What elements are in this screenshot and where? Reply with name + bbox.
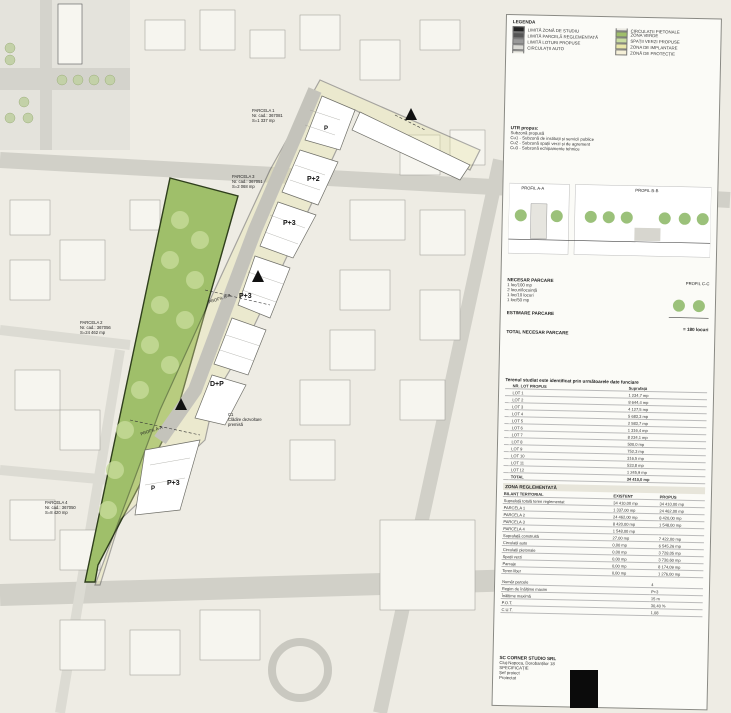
label-pp2: P+2 xyxy=(307,176,320,183)
legend-item: ZONĂ DE PROTECȚIE xyxy=(615,49,714,57)
lots-total-label: TOTAL xyxy=(509,472,626,483)
redacted-stamp xyxy=(570,670,598,708)
parking-estimate-title: ESTIMARE PARCARE xyxy=(506,310,555,317)
label-dp: D+P xyxy=(210,381,224,388)
profiles-section: PROFIL A-A PROFIL B-B xyxy=(507,163,712,277)
cartouche: SC CORNER STUDIO SRL Cluj-Napoca, Doroba… xyxy=(499,655,701,684)
profiles-drawing xyxy=(507,182,712,258)
profile-b-title: PROFIL B-B xyxy=(635,187,659,194)
profile-a-title: PROFIL A-A xyxy=(521,185,545,191)
street-road xyxy=(40,0,52,150)
legend-label: LIMITĂ ZONĂ DE STUDIU xyxy=(527,26,580,34)
label-parcela-4: PARCELA 4 Nr. cad.: 367050 S=8 420 mp xyxy=(45,500,76,515)
table-cell: 1,08 xyxy=(649,608,703,617)
utr-section: UTR propus: Subzonă propusă Cu1 - Subzon… xyxy=(510,125,712,154)
label-parcela-3: PARCELA 3 Nr. cad.: 367051 S=2 068 mp xyxy=(232,174,263,189)
legend-panel: LEGENDA LIMITĂ ZONĂ DE STUDIU LIMITĂ PARC… xyxy=(491,14,722,711)
parking-total-label: TOTAL NECESAR PARCARE xyxy=(506,329,569,336)
indices-table: Număr parcele 4 Regim de înălțime maxim P+3… xyxy=(500,578,704,617)
profile-c-drawing xyxy=(668,299,709,319)
legend-label: ZONA DE IMPLANTARE xyxy=(630,44,678,51)
lots-section: Terenul studiat este identificat prin ur… xyxy=(503,377,708,484)
label-cladire: C1 Clădire dezvoltare premisă xyxy=(228,412,262,427)
parking-total-value: = 180 locuri xyxy=(682,326,709,333)
legend-label: CIRCULAȚII AUTO xyxy=(527,44,565,51)
lots-total-value: 34 410,0 mp xyxy=(625,475,706,484)
legend-swatch xyxy=(615,49,628,56)
parking-section: NECESAR PARCARE 1 loc/100 mp 2 locuri/lo… xyxy=(506,277,709,338)
label-pp3-c: P+3 xyxy=(167,480,180,487)
label-parcela-1: PARCELA 1 Nr. cad.: 367081 S=1 337 mp xyxy=(252,108,283,123)
legend-section: LEGENDA LIMITĂ ZONĂ DE STUDIU LIMITĂ PARC… xyxy=(512,19,715,57)
label-parcela-2: PARCELA 2 Nr. cad.: 367056 S=24 462 mp xyxy=(80,320,111,335)
label-pp3-b: P+3 xyxy=(239,293,252,300)
parking-line: 1 loc/50 mp xyxy=(506,297,530,303)
legend-label: SPAȚII VERZI PROPUSE xyxy=(630,38,680,45)
table-cell: 0,00 mp xyxy=(610,568,658,577)
table-cell: 1 276,00 mp xyxy=(656,569,704,578)
lots-table: NR. LOT PROPUS Suprafață LOT 11 234,7 mp L… xyxy=(503,382,708,484)
table-cell: Teren liber xyxy=(501,566,611,576)
legend-label: ZONA VERDE xyxy=(630,32,659,38)
legend-label: ZONĂ DE PROTECȚIE xyxy=(630,50,676,57)
label-p-top: P xyxy=(324,126,329,132)
inset-frame xyxy=(57,3,83,65)
label-p-bottom: P xyxy=(151,486,156,492)
bilant-section: ZONA REGLEMENTATĂ BILANȚ TERITORIAL EXIST… xyxy=(500,483,706,617)
label-pp3-a: P+3 xyxy=(283,220,296,227)
bilant-table: BILANȚ TERITORIAL EXISTENT PROPUS Suprafaț… xyxy=(501,490,705,578)
